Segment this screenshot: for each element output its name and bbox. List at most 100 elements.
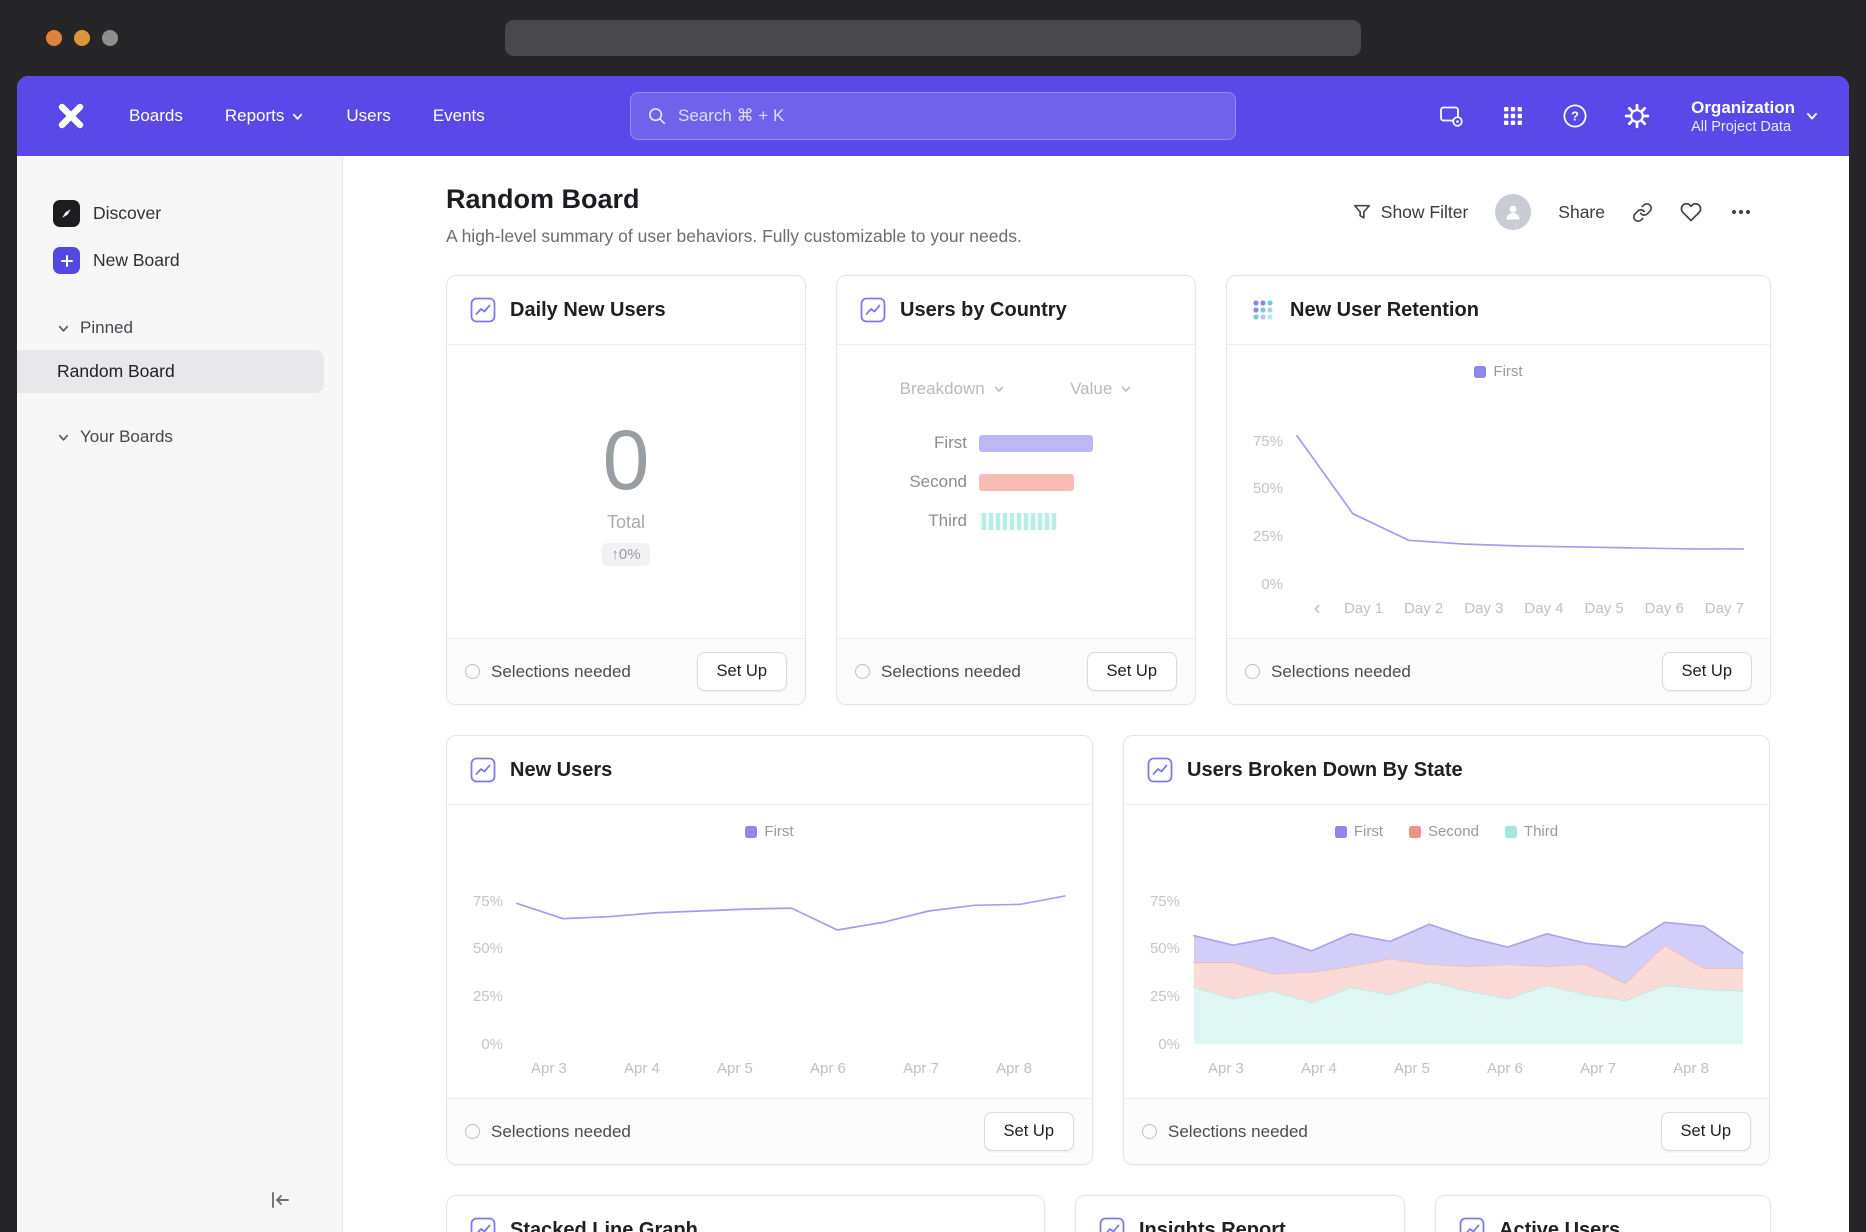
sidebar-collapse-button[interactable] <box>268 1188 292 1212</box>
bar-third <box>979 513 1057 530</box>
legend-swatch <box>1335 826 1347 838</box>
favorite-heart-icon[interactable] <box>1680 201 1702 223</box>
delta-badge: ↑0% <box>602 543 649 566</box>
avatar[interactable] <box>1495 194 1531 230</box>
nav-item-users[interactable]: Users <box>346 106 390 126</box>
y-axis: 75% 50% 25% 0% <box>1241 433 1283 594</box>
y-axis: 75% 50% 25% 0% <box>1138 893 1180 1054</box>
chevron-down-icon <box>291 110 304 123</box>
bar-second <box>979 474 1074 491</box>
mixpanel-logo[interactable] <box>55 100 87 132</box>
selection-status-icon <box>1245 664 1260 679</box>
sidebar-item-random-board[interactable]: Random Board <box>17 350 324 393</box>
sidebar-section-your-boards-label: Your Boards <box>80 427 173 447</box>
selection-status-icon <box>465 664 480 679</box>
card-title: Users by Country <box>900 299 1067 322</box>
share-label: Share <box>1558 202 1605 223</box>
board-toolbar: Show Filter Share <box>1352 194 1753 230</box>
new-board-button[interactable]: New Board <box>17 237 342 284</box>
country-row: First <box>837 433 1195 453</box>
card-title: Active Users <box>1499 1219 1620 1232</box>
x-axis: Apr 3 Apr 4 Apr 5 Apr 6 Apr 7 Apr 8 <box>531 1060 1032 1077</box>
card-users-by-state: Users Broken Down By State First S <box>1123 735 1770 1165</box>
sidebar-section-pinned[interactable]: Pinned <box>17 306 342 350</box>
apps-grid-icon[interactable] <box>1499 102 1527 130</box>
legend-label: First <box>1354 823 1383 840</box>
board-description: A high-level summary of user behaviors. … <box>446 226 1022 247</box>
help-icon[interactable]: ? <box>1561 102 1589 130</box>
nav-item-reports[interactable]: Reports <box>225 106 305 126</box>
window-close-button[interactable] <box>46 30 62 46</box>
window-zoom-button[interactable] <box>102 30 118 46</box>
selection-status-icon <box>1142 1124 1157 1139</box>
nav-item-users-label: Users <box>346 106 390 126</box>
window-minimize-button[interactable] <box>74 30 90 46</box>
share-button[interactable]: Share <box>1558 202 1605 223</box>
legend-swatch <box>1505 826 1517 838</box>
address-bar[interactable] <box>505 20 1361 56</box>
card-daily-new-users: Daily New Users 0 Total ↑0% Selections n… <box>446 275 806 705</box>
line-chart-icon <box>1146 756 1174 784</box>
users-by-state-chart <box>1194 854 1743 1044</box>
discover-icon <box>53 200 80 227</box>
card-title: New Users <box>510 759 612 782</box>
card-insights-report: Insights Report <box>1075 1195 1405 1232</box>
line-chart-icon <box>469 1216 497 1232</box>
show-filter-button[interactable]: Show Filter <box>1352 202 1469 223</box>
card-title: New User Retention <box>1290 299 1479 322</box>
nav-item-events-label: Events <box>433 106 485 126</box>
value-dropdown[interactable]: Value <box>1070 379 1132 399</box>
chevron-down-icon <box>993 383 1005 395</box>
card-users-by-country: Users by Country Breakdown Value <box>836 275 1196 705</box>
total-value: 0 <box>603 418 650 502</box>
nav-right-actions: ? Organization All Project Data <box>1437 97 1819 134</box>
chevron-down-icon <box>1120 383 1132 395</box>
set-up-button[interactable]: Set Up <box>1087 652 1177 691</box>
global-search[interactable] <box>630 92 1236 140</box>
nav-item-boards[interactable]: Boards <box>129 106 183 126</box>
y-axis: 75% 50% 25% 0% <box>461 893 503 1054</box>
chevron-down-icon <box>1805 109 1819 123</box>
legend-label: Second <box>1428 823 1479 840</box>
set-up-button[interactable]: Set Up <box>1662 652 1752 691</box>
x-axis: Apr 3 Apr 4 Apr 5 Apr 6 Apr 7 Apr 8 <box>1208 1060 1709 1077</box>
page-title: Random Board <box>446 184 1022 215</box>
line-chart-icon <box>1458 1216 1486 1232</box>
filter-funnel-icon <box>1352 202 1372 222</box>
line-chart-icon <box>859 296 887 324</box>
breakdown-dropdown-label: Breakdown <box>900 379 985 399</box>
selections-needed-text: Selections needed <box>1271 662 1411 682</box>
nav-item-events[interactable]: Events <box>433 106 485 126</box>
line-chart-icon <box>469 296 497 324</box>
card-active-users: Active Users <box>1435 1195 1771 1232</box>
row-label: Third <box>837 511 967 531</box>
legend-label: First <box>1493 363 1522 380</box>
org-switcher[interactable]: Organization All Project Data <box>1691 97 1819 134</box>
legend-swatch <box>1474 366 1486 378</box>
set-up-button[interactable]: Set Up <box>984 1112 1074 1151</box>
breakdown-dropdown[interactable]: Breakdown <box>900 379 1005 399</box>
search-input[interactable] <box>678 106 1219 126</box>
set-up-button[interactable]: Set Up <box>1661 1112 1751 1151</box>
titlebar <box>0 0 1866 76</box>
selections-needed-text: Selections needed <box>881 662 1021 682</box>
more-options-icon[interactable] <box>1729 200 1753 224</box>
selections-needed-text: Selections needed <box>491 662 631 682</box>
scroll-left-icon[interactable] <box>1311 603 1323 615</box>
project-settings-icon[interactable] <box>1437 102 1465 130</box>
top-nav: Boards Reports Users Events <box>17 76 1849 156</box>
line-chart-icon <box>1098 1216 1126 1232</box>
set-up-button[interactable]: Set Up <box>697 652 787 691</box>
org-name: Organization <box>1691 97 1795 118</box>
sidebar-section-your-boards[interactable]: Your Boards <box>17 415 342 459</box>
sidebar-item-discover[interactable]: Discover <box>17 190 342 237</box>
svg-text:?: ? <box>1571 109 1579 124</box>
copy-link-icon[interactable] <box>1632 202 1653 223</box>
window-controls <box>46 30 118 46</box>
card-title: Insights Report <box>1139 1219 1286 1232</box>
selections-needed-text: Selections needed <box>491 1122 631 1142</box>
line-chart-icon <box>469 756 497 784</box>
gear-icon[interactable] <box>1623 102 1651 130</box>
card-new-users: New Users First 75% <box>446 735 1093 1165</box>
nav-item-reports-label: Reports <box>225 106 285 126</box>
